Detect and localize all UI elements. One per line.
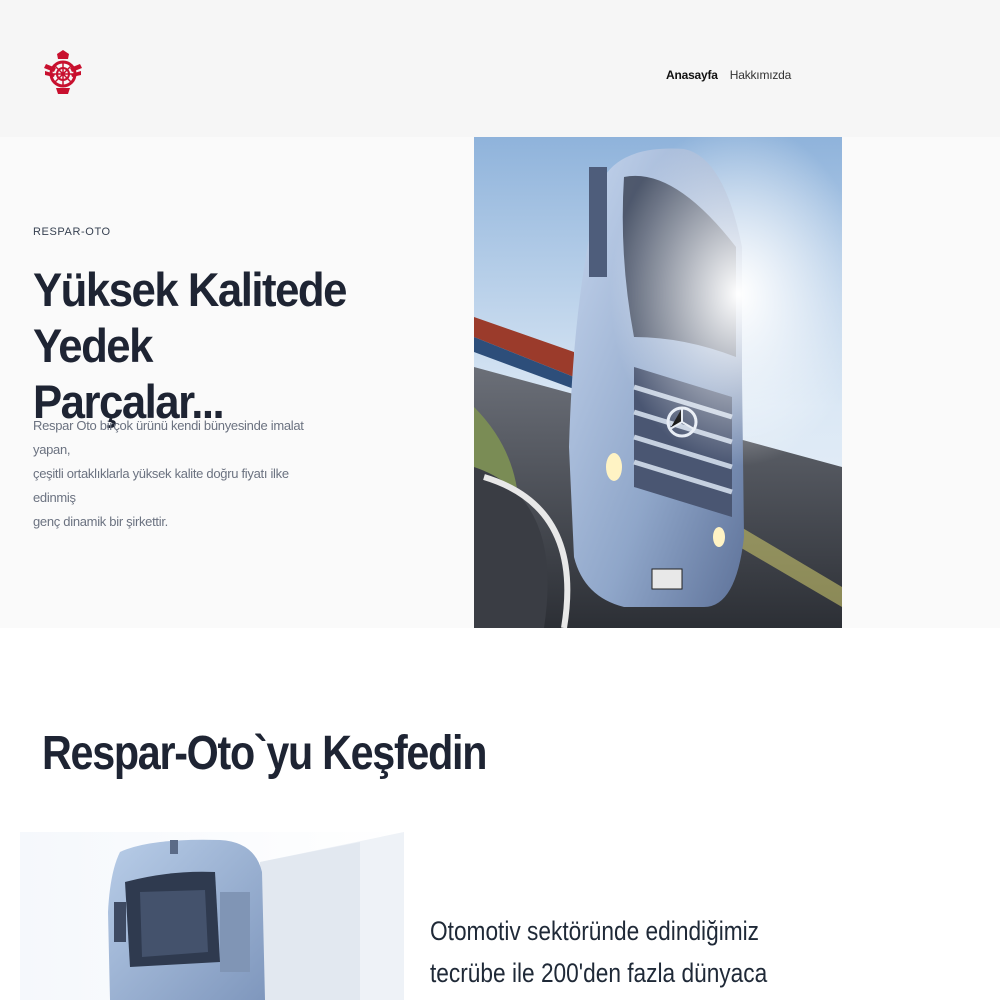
respar-oto-emblem-icon[interactable] (44, 48, 82, 96)
hero-truck-image (474, 137, 842, 628)
site-header: Anasayfa Hakkımızda (0, 0, 1000, 137)
hero-description-line: çeşitli ortaklıklarla yüksek kalite doğr… (33, 466, 289, 505)
discover-text-line: Otomotiv sektöründe edindiğimiz (430, 916, 760, 946)
discover-text-line: tecrübe ile 200'den fazla dünyaca (430, 958, 768, 988)
discover-truck-image (20, 832, 404, 1000)
hero-title: Yüksek Kalitede Yedek Parçalar... (33, 262, 424, 430)
hero-description-line: genç dinamik bir şirkettir. (33, 514, 168, 529)
hero-eyebrow: RESPAR-OTO (33, 226, 111, 238)
hero-title-line: Yüksek Kalitede Yedek (33, 263, 347, 372)
main-nav: Anasayfa Hakkımızda (666, 68, 791, 82)
nav-link-hakkimizda[interactable]: Hakkımızda (730, 68, 792, 82)
hero-description-line: Respar Oto birçok ürünü kendi bünyesinde… (33, 418, 304, 457)
discover-text: Otomotiv sektöründe edindiğimiz tecrübe … (430, 910, 767, 994)
section-title: Respar-Oto`yu Keşfedin (42, 727, 487, 780)
hero-description: Respar Oto birçok ürünü kendi bünyesinde… (33, 414, 333, 534)
nav-link-anasayfa[interactable]: Anasayfa (666, 68, 718, 82)
